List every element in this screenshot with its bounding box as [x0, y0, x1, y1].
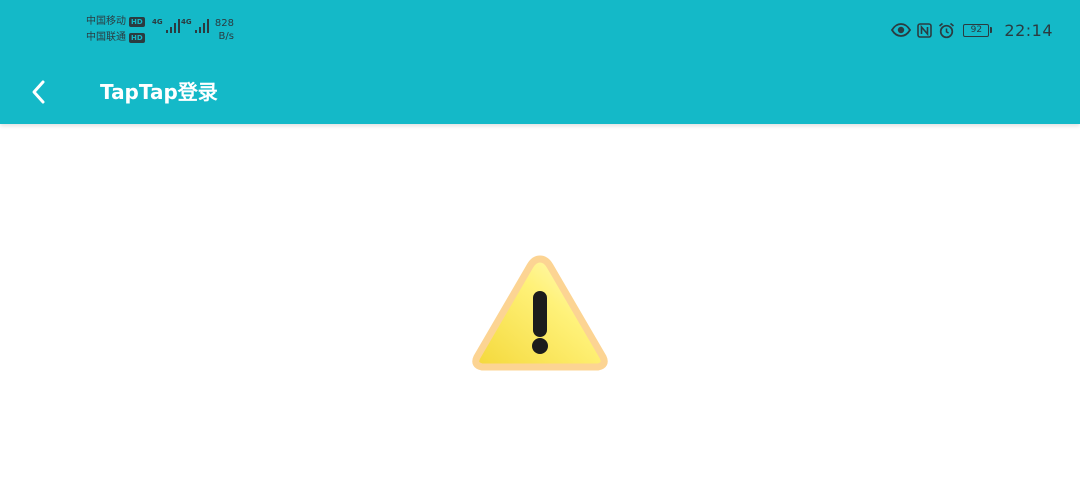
eye-icon	[891, 23, 912, 37]
signal-strength-icon	[194, 19, 209, 33]
alarm-icon	[939, 22, 955, 38]
status-time: 22:14	[1004, 20, 1053, 40]
status-icons: 92 22:14	[891, 18, 1053, 42]
back-button[interactable]	[18, 72, 58, 112]
page-title: TapTap登录	[100, 80, 218, 104]
signal-group-1: 4G	[152, 18, 181, 34]
hd-badge-1: HD	[129, 17, 145, 27]
network-type-2: 4G	[181, 18, 192, 26]
network-speed-unit: B/s	[218, 31, 234, 42]
network-speed-value: 828	[214, 18, 234, 29]
battery-tip	[990, 27, 993, 33]
signal-strength-icon	[165, 19, 180, 33]
warning-icon	[472, 255, 608, 371]
carrier-info: 中国移动 HD 中国联通 HD	[86, 14, 145, 46]
hd-badge-2: HD	[129, 33, 145, 43]
carrier-1-label: 中国移动	[86, 16, 126, 27]
signal-group-2: 4G	[181, 18, 210, 34]
carrier-2-label: 中国联通	[86, 32, 126, 43]
nfc-icon	[917, 22, 933, 38]
status-bar: 中国移动 HD 中国联通 HD 4G 4G 828 B/s 92 22:14	[0, 0, 1080, 60]
battery-icon: 92	[963, 23, 990, 37]
network-speed: 828 B/s	[214, 17, 234, 43]
webview-screen: 中国移动 HD 中国联通 HD 4G 4G 828 B/s 92 22:14 T…	[0, 0, 1080, 498]
chevron-left-icon	[32, 80, 45, 104]
network-type-1: 4G	[152, 18, 163, 26]
app-header: 中国移动 HD 中国联通 HD 4G 4G 828 B/s 92 22:14 T…	[0, 0, 1080, 124]
